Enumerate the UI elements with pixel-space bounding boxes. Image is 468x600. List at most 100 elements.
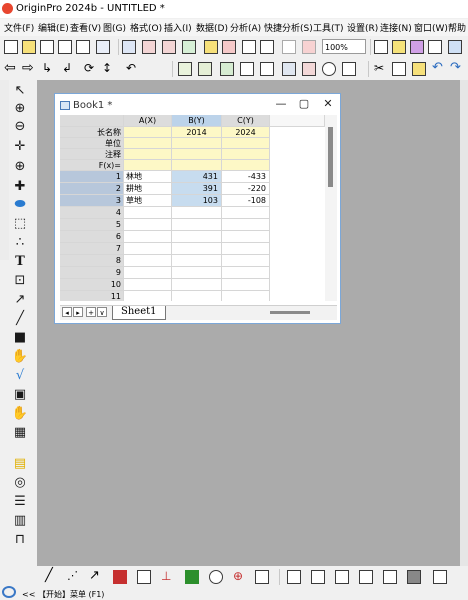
workbook-window[interactable]: Book1 * — ▢ ✕ A(X) B(Y) C(Y) 长名称 2014 20… <box>54 93 341 324</box>
units-cell[interactable] <box>124 138 172 149</box>
units-cell[interactable] <box>172 138 222 149</box>
move-icon[interactable]: ✋ <box>11 405 29 421</box>
empty-cell[interactable] <box>172 231 222 243</box>
rectangle-icon[interactable]: ■ <box>11 329 29 345</box>
menu-analysis[interactable]: 分析(A) <box>230 21 261 34</box>
new-project-icon[interactable] <box>4 40 18 54</box>
back-icon[interactable]: ⇦ <box>4 61 18 76</box>
pointer-icon[interactable]: ↖ <box>11 82 29 98</box>
row-number[interactable]: 3 <box>60 195 124 207</box>
sort-icon[interactable]: ↕ <box>102 62 116 76</box>
row-numbers-icon[interactable] <box>198 62 212 76</box>
empty-cell[interactable] <box>222 231 270 243</box>
cell-a[interactable]: 耕地 <box>124 183 172 195</box>
paste-icon[interactable] <box>412 62 426 76</box>
empty-cell[interactable] <box>124 291 172 301</box>
empty-cell[interactable] <box>124 243 172 255</box>
menu-connect[interactable]: 连接(N) <box>380 21 412 34</box>
empty-cell[interactable] <box>124 231 172 243</box>
fx-cell[interactable] <box>222 160 270 171</box>
long-name-cell[interactable] <box>124 127 172 138</box>
add-sheet-icon[interactable]: + <box>86 307 96 317</box>
row-number[interactable]: 1 <box>60 171 124 183</box>
menu-edit[interactable]: 编辑(E) <box>38 21 69 34</box>
line-symbol-icon[interactable]: ↗ <box>89 569 103 584</box>
command-window-icon[interactable] <box>448 40 462 54</box>
area-chart-icon[interactable] <box>185 570 199 584</box>
save-template-icon[interactable] <box>260 40 274 54</box>
row-label[interactable]: 单位 <box>60 138 124 149</box>
zoom-in-icon[interactable]: ⊕ <box>11 100 29 116</box>
redo-icon[interactable]: ↷ <box>450 61 464 76</box>
empty-cell[interactable] <box>222 279 270 291</box>
fx-cell[interactable] <box>172 160 222 171</box>
row-label[interactable]: 注释 <box>60 149 124 160</box>
cell-b[interactable]: 431 <box>172 171 222 183</box>
empty-cell[interactable] <box>124 255 172 267</box>
3d-more-icon[interactable] <box>433 570 447 584</box>
copy-icon[interactable] <box>392 62 406 76</box>
menu-help[interactable]: 帮助 <box>448 21 466 34</box>
horizontal-scroll-thumb[interactable] <box>270 311 310 314</box>
merge-icon[interactable] <box>302 62 316 76</box>
open-icon[interactable] <box>22 40 36 54</box>
open-folder-icon[interactable] <box>204 40 218 54</box>
3d-wireframe-icon[interactable] <box>359 570 373 584</box>
grid-corner[interactable] <box>60 115 124 127</box>
sheet-tab[interactable]: Sheet1 <box>112 306 166 320</box>
transpose-icon[interactable] <box>260 62 274 76</box>
zoom-select[interactable]: 100% <box>322 39 366 54</box>
row-number[interactable]: 11 <box>60 291 124 301</box>
anchor-icon[interactable]: ◎ <box>11 474 29 490</box>
align-icon[interactable]: ☰ <box>11 493 29 509</box>
empty-cell[interactable] <box>124 267 172 279</box>
project-explorer-icon[interactable] <box>392 40 406 54</box>
fill-icon[interactable]: ⟳ <box>84 62 98 76</box>
template-icon[interactable] <box>255 570 269 584</box>
layer-icon[interactable]: ▥ <box>11 512 29 528</box>
cell-a[interactable]: 林地 <box>124 171 172 183</box>
row-number[interactable]: 4 <box>60 207 124 219</box>
row-label[interactable]: F(x)= <box>60 160 124 171</box>
mask-icon[interactable]: ⬚ <box>11 215 29 231</box>
row-number[interactable]: 6 <box>60 231 124 243</box>
draw-data-icon[interactable]: ⬬ <box>11 196 29 212</box>
empty-cell[interactable] <box>222 207 270 219</box>
3d-rotate-icon[interactable]: ▦ <box>11 424 29 440</box>
workspace-scrollbar[interactable] <box>460 80 468 566</box>
empty-cell[interactable] <box>222 267 270 279</box>
scroll-thumb[interactable] <box>328 127 333 187</box>
menu-settings[interactable]: 设置(R) <box>347 21 378 34</box>
print-icon[interactable] <box>374 40 388 54</box>
empty-cell[interactable] <box>222 291 270 301</box>
comments-cell[interactable] <box>222 149 270 160</box>
menu-data[interactable]: 数据(D) <box>196 21 228 34</box>
new-notes-icon[interactable] <box>182 40 196 54</box>
row-number[interactable]: 10 <box>60 279 124 291</box>
empty-cell[interactable] <box>172 279 222 291</box>
next-sheet-icon[interactable]: ▸ <box>73 307 83 317</box>
undo-blue-icon[interactable]: ↶ <box>432 61 446 76</box>
line-plot-icon[interactable]: ╱ <box>45 569 59 584</box>
polar-chart-icon[interactable] <box>209 570 223 584</box>
row-number[interactable]: 7 <box>60 243 124 255</box>
results-log-icon[interactable] <box>410 40 424 54</box>
minimize-button[interactable]: — <box>274 97 288 110</box>
hand-icon[interactable]: ✋ <box>11 348 29 364</box>
refresh-icon[interactable] <box>302 40 316 54</box>
column-chart-icon[interactable] <box>113 570 127 584</box>
cell-c[interactable]: -220 <box>222 183 270 195</box>
empty-cell[interactable] <box>124 207 172 219</box>
new-graph-icon[interactable] <box>58 40 72 54</box>
menu-insert[interactable]: 插入(I) <box>164 21 192 34</box>
empty-cell[interactable] <box>124 219 172 231</box>
cut-icon[interactable]: ✂ <box>374 62 388 76</box>
worksheet-grid[interactable]: A(X) B(Y) C(Y) 长名称 2014 2024 单位 注释 F(x)=… <box>60 115 325 301</box>
fx-cell[interactable] <box>124 160 172 171</box>
import-excel-icon[interactable] <box>142 40 156 54</box>
save-icon[interactable] <box>242 40 256 54</box>
bracket-icon[interactable]: ⊓ <box>11 531 29 547</box>
empty-cell[interactable] <box>172 267 222 279</box>
open-template-icon[interactable] <box>222 40 236 54</box>
row-number[interactable]: 5 <box>60 219 124 231</box>
